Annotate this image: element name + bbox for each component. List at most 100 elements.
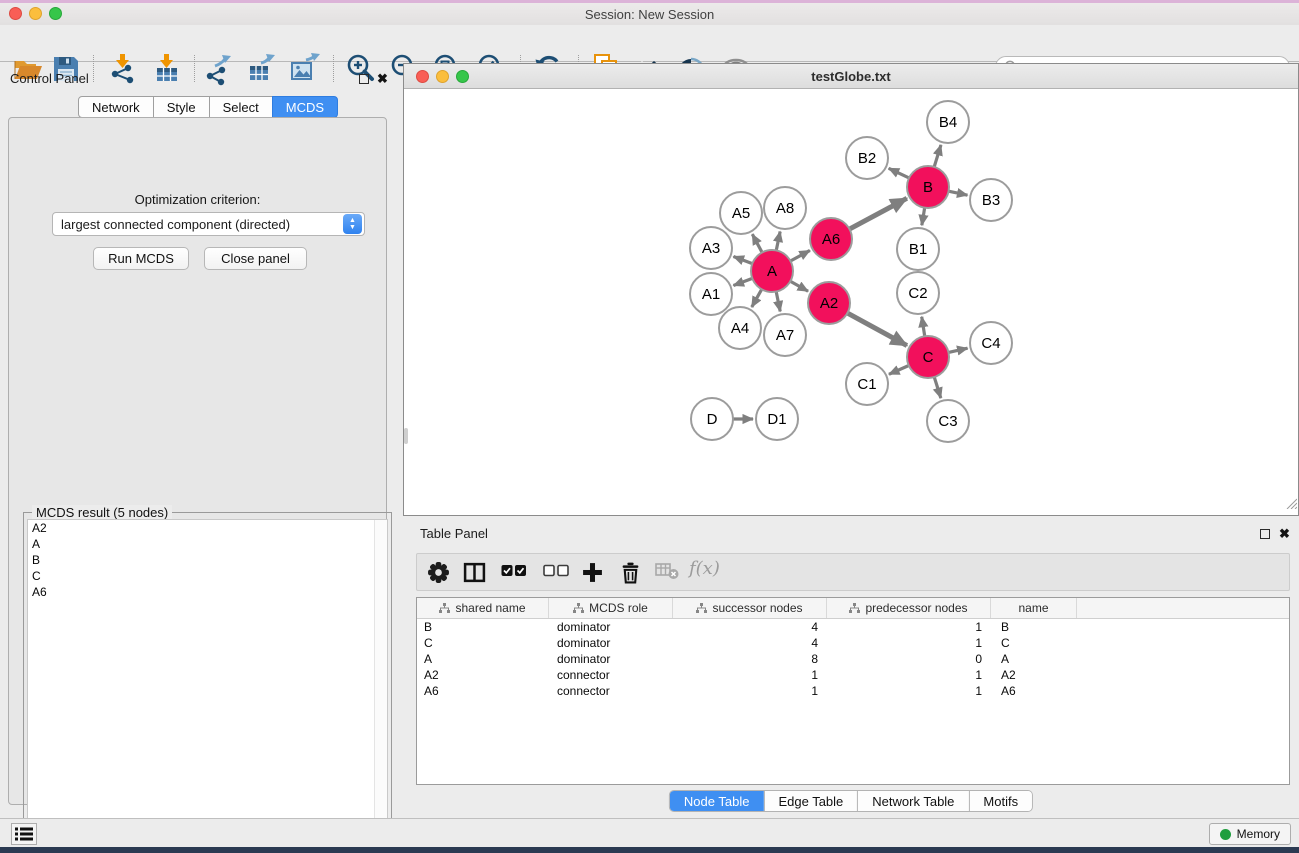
graph-edge-B-B3[interactable]: [949, 191, 968, 195]
graph-node-label-A5: A5: [732, 205, 750, 222]
hierarchy-icon: [439, 603, 450, 613]
close-table-panel-icon[interactable]: ✖: [1279, 528, 1290, 540]
memory-label: Memory: [1237, 827, 1280, 841]
table-row[interactable]: Adominator80A: [417, 651, 1289, 667]
graph-edge-A-A2[interactable]: [790, 281, 808, 291]
table-row[interactable]: A2connector11A2: [417, 667, 1289, 683]
network-canvas[interactable]: B4B2BB3A5A8A6B1A3AC2A1A2A4A7C4CC1C3DD1: [405, 90, 1298, 521]
table-row[interactable]: Bdominator41B: [417, 619, 1289, 635]
graph-edge-B-B1[interactable]: [922, 208, 925, 226]
column-header-predecessor-nodes[interactable]: predecessor nodes: [827, 598, 991, 618]
add-column-icon[interactable]: [581, 561, 604, 589]
tab-motifs[interactable]: Motifs: [968, 791, 1032, 811]
graph-edge-A-A8[interactable]: [776, 232, 780, 251]
table-cell: A6: [991, 684, 1077, 698]
table-cell: dominator: [549, 636, 673, 650]
table-cell: 1: [827, 668, 991, 682]
settings-gear-icon[interactable]: [427, 561, 450, 589]
network-window-titlebar: testGlobe.txt: [404, 64, 1298, 89]
table-cell: C: [991, 636, 1077, 650]
graph-edge-A-A7[interactable]: [776, 292, 780, 312]
close-panel-icon[interactable]: ✖: [377, 73, 388, 85]
toggle-column-view-icon[interactable]: [463, 561, 486, 589]
mcds-result-item[interactable]: B: [28, 552, 387, 568]
mcds-result-item[interactable]: A2: [28, 520, 387, 536]
mcds-result-item[interactable]: A6: [28, 584, 387, 600]
network-graph: B4B2BB3A5A8A6B1A3AC2A1A2A4A7C4CC1C3DD1: [405, 90, 1298, 516]
graph-edge-B-B2[interactable]: [889, 168, 909, 178]
graph-edge-A-A4[interactable]: [752, 289, 762, 307]
table-cell: connector: [549, 684, 673, 698]
delete-column-icon[interactable]: [619, 561, 642, 589]
graph-edge-C-C2[interactable]: [922, 317, 925, 337]
canvas-scrollbar[interactable]: [404, 428, 408, 444]
list-icon: [15, 827, 33, 841]
graph-edge-A2-C[interactable]: [847, 313, 906, 345]
table-cell: 4: [673, 620, 827, 634]
hierarchy-icon: [696, 603, 707, 613]
graph-node-label-C: C: [923, 349, 934, 366]
tab-select[interactable]: Select: [209, 96, 273, 118]
node-table-header: shared name MCDS role successor nodes pr…: [417, 598, 1289, 619]
run-mcds-button[interactable]: Run MCDS: [93, 247, 189, 270]
tab-node-table[interactable]: Node Table: [670, 791, 764, 811]
float-table-panel-icon[interactable]: [1260, 529, 1270, 539]
graph-edge-A-A1[interactable]: [733, 278, 752, 285]
control-panel: Control Panel ✖ Network Style Select MCD…: [0, 62, 395, 818]
tab-mcds[interactable]: MCDS: [272, 96, 338, 118]
memory-button[interactable]: Memory: [1209, 823, 1291, 845]
column-header-mcds-role[interactable]: MCDS role: [549, 598, 673, 618]
mcds-result-items: A2ABCA6: [28, 520, 387, 600]
table-cell: A2: [991, 668, 1077, 682]
graph-edge-C-C3[interactable]: [934, 377, 941, 398]
graph-node-label-A8: A8: [776, 200, 794, 217]
tab-network-table[interactable]: Network Table: [857, 791, 968, 811]
desktop-edge: [0, 847, 1299, 853]
column-header-shared-name[interactable]: shared name: [417, 598, 549, 618]
graph-edge-A6-B[interactable]: [850, 198, 907, 229]
node-table-body: Bdominator41BCdominator41CAdominator80AA…: [417, 619, 1289, 699]
table-cell: dominator: [549, 620, 673, 634]
graph-node-label-D1: D1: [767, 411, 786, 428]
graph-node-label-A: A: [767, 263, 777, 280]
main-toolbar: [0, 25, 1299, 62]
tab-style[interactable]: Style: [153, 96, 210, 118]
control-panel-tabs: Network Style Select MCDS: [78, 96, 338, 118]
graph-edge-A-A5[interactable]: [752, 234, 762, 252]
graph-edge-C-C1[interactable]: [889, 365, 909, 374]
graph-node-label-A6: A6: [822, 231, 840, 248]
graph-node-label-C4: C4: [981, 335, 1000, 352]
show-task-history-button[interactable]: [11, 823, 37, 845]
graph-edge-C-C4[interactable]: [948, 348, 967, 352]
close-panel-button[interactable]: Close panel: [204, 247, 307, 270]
tab-edge-table[interactable]: Edge Table: [763, 791, 857, 811]
resize-grip[interactable]: [1284, 496, 1297, 514]
tab-network[interactable]: Network: [78, 96, 154, 118]
result-list-scrollbar[interactable]: [374, 520, 387, 852]
table-row[interactable]: A6connector11A6: [417, 683, 1289, 699]
graph-edge-A-A6[interactable]: [790, 250, 809, 261]
float-panel-icon[interactable]: [359, 74, 369, 84]
table-cell: 1: [827, 620, 991, 634]
dropdown-stepper-icon: ▲▼: [343, 214, 362, 234]
graph-node-label-D: D: [707, 411, 718, 428]
graph-edge-B-B4[interactable]: [934, 145, 941, 167]
table-row[interactable]: Cdominator41C: [417, 635, 1289, 651]
mcds-result-item[interactable]: A: [28, 536, 387, 552]
delete-table-icon[interactable]: [655, 562, 680, 585]
function-builder-icon[interactable]: f(x): [689, 558, 720, 579]
table-tabs: Node Table Edge Table Network Table Moti…: [669, 790, 1033, 812]
graph-node-label-A2: A2: [820, 295, 838, 312]
select-all-icon[interactable]: [501, 563, 527, 583]
deselect-all-icon[interactable]: [543, 563, 569, 583]
graph-node-label-C3: C3: [938, 413, 957, 430]
column-header-name[interactable]: name: [991, 598, 1077, 618]
table-panel-title: Table Panel: [420, 526, 488, 541]
graph-node-label-A3: A3: [702, 240, 720, 257]
criterion-dropdown[interactable]: largest connected component (directed) ▲…: [52, 212, 365, 236]
graph-edge-A-A3[interactable]: [733, 256, 752, 263]
table-cell: 1: [827, 684, 991, 698]
table-cell: 1: [673, 668, 827, 682]
column-header-successor-nodes[interactable]: successor nodes: [673, 598, 827, 618]
mcds-result-item[interactable]: C: [28, 568, 387, 584]
